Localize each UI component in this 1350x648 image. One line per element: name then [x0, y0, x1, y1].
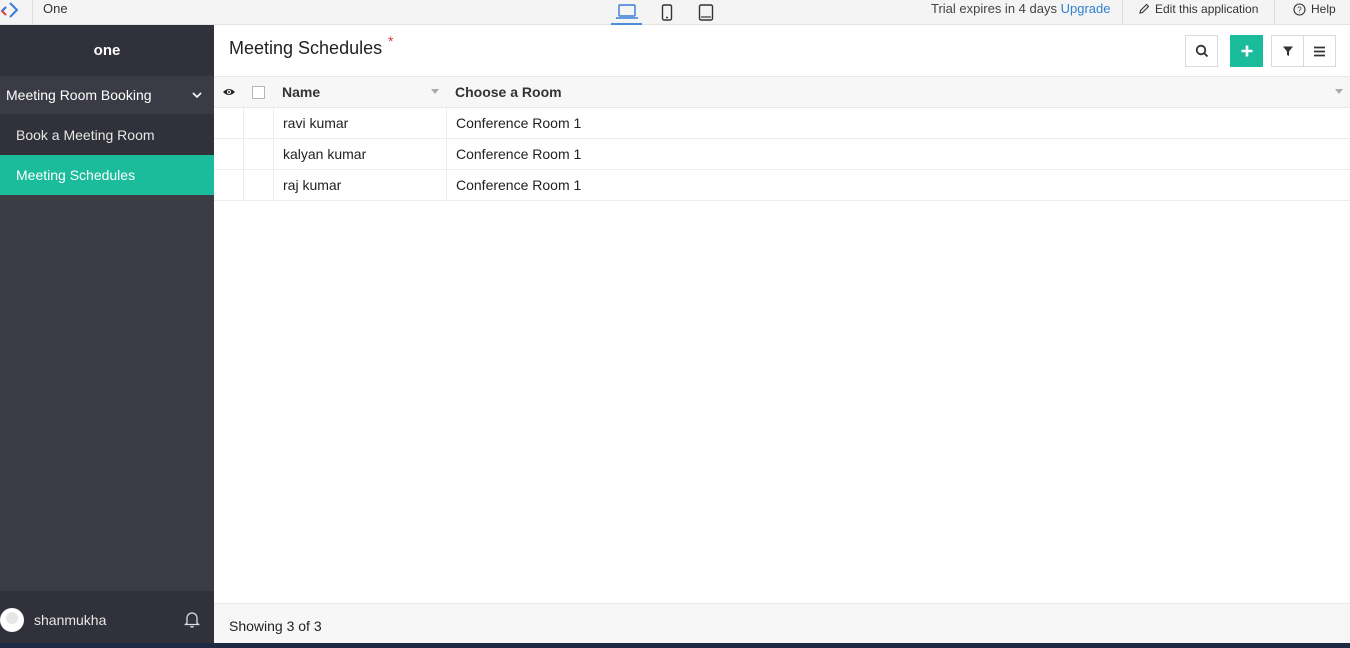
filter-icon — [1282, 46, 1293, 56]
plus-icon — [1241, 45, 1252, 57]
table-header: Name Choose a Room — [214, 76, 1350, 108]
select-all-checkbox[interactable] — [251, 85, 265, 99]
trial-text: Trial expires in 4 days — [931, 1, 1057, 16]
avatar[interactable] — [0, 607, 24, 632]
cell-room: Conference Room 1 — [446, 108, 1350, 138]
table-row[interactable]: ravi kumar Conference Room 1 — [214, 108, 1350, 139]
sidebar-group-meeting-room-booking[interactable]: Meeting Room Booking — [0, 76, 214, 115]
sort-caret-icon[interactable] — [431, 89, 439, 94]
help-label: Help — [1311, 2, 1336, 16]
records-count-footer: Showing 3 of 3 — [214, 603, 1350, 648]
row-select-cell — [243, 170, 273, 200]
row-eye-cell — [214, 139, 243, 169]
column-header-label: Name — [282, 84, 321, 100]
sidebar-item-label: Meeting Schedules — [16, 167, 136, 183]
sidebar-title: one — [0, 25, 214, 76]
sidebar-item-label: Book a Meeting Room — [16, 127, 155, 143]
search-button[interactable] — [1185, 35, 1218, 67]
cell-name: kalyan kumar — [273, 139, 446, 169]
trial-notice: Trial expires in 4 days Upgrade — [931, 1, 1110, 16]
sidebar-group-label: Meeting Room Booking — [6, 87, 152, 103]
help-icon: ? — [1293, 2, 1306, 16]
column-header-room[interactable]: Choose a Room — [446, 77, 1350, 107]
sidebar-item-book-a-meeting-room[interactable]: Book a Meeting Room — [0, 115, 214, 155]
upgrade-link[interactable]: Upgrade — [1061, 1, 1111, 16]
divider — [32, 0, 33, 24]
sidebar-item-meeting-schedules[interactable]: Meeting Schedules — [0, 155, 214, 195]
cell-name: ravi kumar — [273, 108, 446, 138]
app-logo-icon[interactable] — [0, 1, 20, 19]
filter-button[interactable] — [1271, 35, 1304, 67]
top-bar: One Trial expires in 4 days Upgrade Edit… — [0, 0, 1350, 25]
column-header-label: Choose a Room — [455, 84, 562, 100]
menu-icon — [1314, 46, 1325, 56]
chevron-down-icon — [192, 91, 202, 98]
add-record-button[interactable] — [1230, 35, 1263, 67]
laptop-view-icon[interactable] — [611, 0, 642, 25]
required-marker: * — [388, 33, 394, 49]
table-row[interactable]: kalyan kumar Conference Room 1 — [214, 139, 1350, 170]
menu-button[interactable] — [1303, 35, 1336, 67]
cell-room: Conference Room 1 — [446, 139, 1350, 169]
select-all-cell — [243, 77, 273, 107]
table-row[interactable]: raj kumar Conference Room 1 — [214, 170, 1350, 201]
column-header-name[interactable]: Name — [273, 77, 446, 107]
sort-caret-icon[interactable] — [1335, 89, 1343, 94]
edit-application-label: Edit this application — [1155, 2, 1259, 16]
records-table: Name Choose a Room ravi kumar Conference… — [214, 76, 1350, 201]
eye-icon[interactable] — [214, 77, 243, 107]
row-select-cell — [243, 108, 273, 138]
main-content: Meeting Schedules * Name Choose a Room r… — [214, 25, 1350, 648]
help-link[interactable]: ? Help — [1293, 2, 1336, 16]
user-name: shanmukha — [34, 611, 107, 628]
records-count: Showing 3 of 3 — [229, 618, 322, 634]
search-icon — [1195, 44, 1208, 58]
row-select-cell — [243, 139, 273, 169]
bell-icon[interactable] — [183, 610, 201, 633]
tablet-view-icon[interactable] — [696, 0, 716, 25]
svg-text:?: ? — [1297, 5, 1302, 14]
phone-view-icon[interactable] — [658, 0, 676, 25]
edit-application-link[interactable]: Edit this application — [1138, 2, 1258, 16]
bottom-strip — [0, 643, 1350, 648]
row-eye-cell — [214, 108, 243, 138]
row-eye-cell — [214, 170, 243, 200]
app-name: One — [43, 1, 68, 16]
cell-name: raj kumar — [273, 170, 446, 200]
divider — [1122, 0, 1123, 24]
sidebar: one Meeting Room Booking Book a Meeting … — [0, 25, 214, 648]
pencil-icon — [1139, 3, 1150, 14]
page-title: Meeting Schedules — [229, 38, 383, 58]
sidebar-user-panel: shanmukha — [0, 591, 214, 648]
cell-room: Conference Room 1 — [446, 170, 1350, 200]
divider — [1274, 0, 1275, 24]
